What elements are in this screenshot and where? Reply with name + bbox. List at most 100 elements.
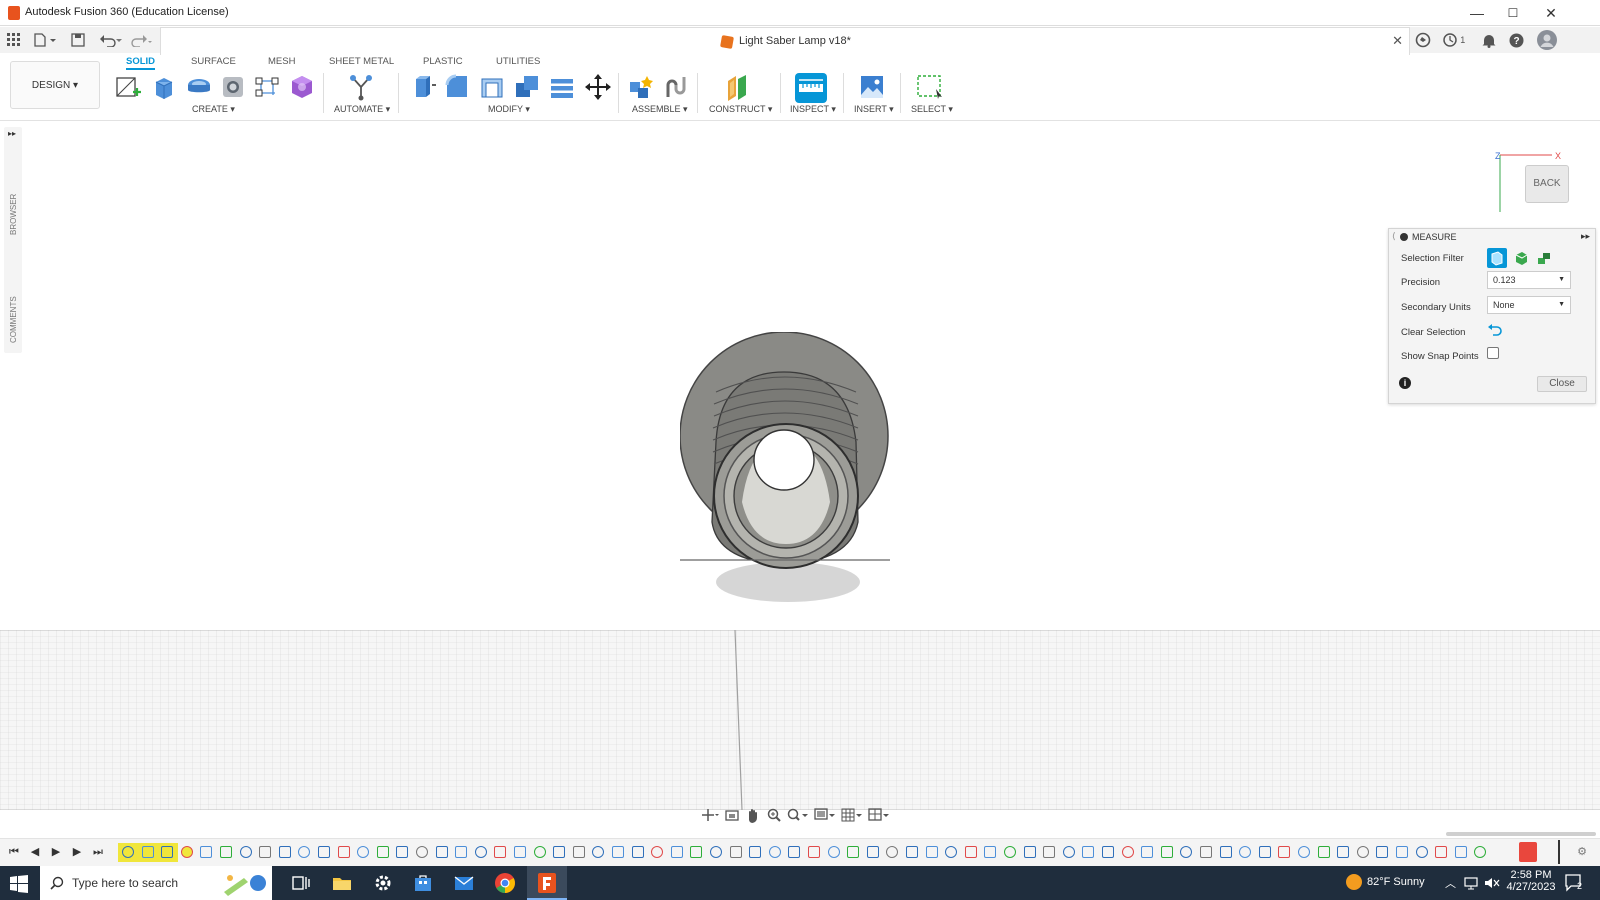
timeline-feature-icon[interactable] (1102, 846, 1114, 858)
timeline-feature-icon[interactable] (1062, 846, 1075, 858)
insert-image-icon[interactable] (858, 73, 886, 101)
filter-component-icon[interactable] (1534, 248, 1554, 268)
timeline-feature-icon[interactable] (1258, 846, 1271, 858)
new-component-icon[interactable] (627, 73, 655, 101)
clock[interactable]: 2:58 PM 4/27/2023 (1505, 869, 1557, 893)
timeline-feature-icon[interactable] (337, 846, 350, 858)
grid-snaps-icon[interactable] (840, 805, 864, 825)
window-select-icon[interactable] (916, 73, 944, 101)
timeline-feature-icon[interactable] (1278, 846, 1291, 858)
timeline-feature-icon[interactable] (1239, 846, 1252, 858)
timeline-feature-icon[interactable] (1023, 846, 1036, 858)
timeline-feature-icon[interactable] (612, 846, 624, 858)
show-hidden-icons-chevron-icon[interactable]: ︿ (1445, 875, 1456, 891)
timeline-feature-icon[interactable] (161, 846, 174, 858)
timeline-feature-icon[interactable] (122, 846, 134, 858)
fillet-icon[interactable] (443, 73, 471, 101)
inspect-group-label[interactable]: INSPECT ▾ (790, 104, 836, 115)
mail-icon[interactable] (453, 872, 475, 894)
maximize-button[interactable]: ☐ (1494, 2, 1532, 24)
close-button[interactable]: Close (1537, 376, 1587, 392)
show-snap-points-checkbox[interactable] (1487, 347, 1499, 359)
viewcube-back-face[interactable]: BACK (1525, 165, 1569, 203)
timeline-feature-icon[interactable] (239, 846, 252, 858)
file-menu-icon[interactable] (32, 29, 58, 51)
timeline-feature-icon[interactable] (455, 846, 468, 858)
tab-surface[interactable]: SURFACE (191, 56, 236, 67)
timeline-feature-icon[interactable] (1121, 846, 1134, 858)
timeline-feature-icon[interactable] (474, 846, 487, 858)
timeline-feature-icon[interactable] (220, 846, 232, 858)
timeline-feature-icon[interactable] (200, 846, 213, 858)
timeline-feature-icon[interactable] (906, 846, 918, 858)
assemble-group-label[interactable]: ASSEMBLE ▾ (632, 104, 688, 115)
redo-icon[interactable] (130, 29, 156, 51)
extrude-icon[interactable] (150, 73, 178, 101)
canvas-viewport[interactable]: X Z (0, 122, 1600, 822)
timeline-feature-icon[interactable] (1317, 846, 1330, 858)
look-at-icon[interactable] (722, 805, 742, 825)
timeline-feature-icon[interactable] (1004, 846, 1016, 858)
info-icon[interactable]: i (1399, 377, 1411, 389)
save-icon[interactable] (68, 29, 88, 51)
timeline-previous-icon[interactable]: ◀ (27, 844, 43, 860)
browser-tab[interactable]: BROWSER (9, 194, 18, 235)
timeline-feature-icon[interactable] (298, 846, 311, 858)
split-body-icon[interactable] (548, 73, 576, 101)
timeline-feature-icon[interactable] (690, 846, 703, 858)
timeline-feature-icon[interactable] (435, 846, 448, 858)
timeline-feature-icon[interactable] (1376, 846, 1389, 858)
timeline-feature-icon[interactable] (396, 846, 409, 858)
data-panel-grid-icon[interactable] (4, 29, 24, 51)
create-form-icon[interactable] (288, 73, 316, 101)
chrome-icon[interactable] (494, 872, 516, 894)
settings-gear-icon[interactable] (372, 872, 394, 894)
file-explorer-icon[interactable] (331, 872, 353, 894)
timeline-feature-icon[interactable] (259, 846, 272, 858)
timeline-feature-icon[interactable] (886, 846, 899, 858)
timeline-feature-icon[interactable] (768, 846, 781, 858)
timeline-feature-icon[interactable] (984, 846, 997, 858)
timeline-feature-icon[interactable] (1356, 846, 1369, 858)
timeline-feature-icon[interactable] (964, 846, 977, 858)
shell-icon[interactable] (478, 73, 506, 101)
tab-mesh[interactable]: MESH (268, 56, 295, 67)
insert-group-label[interactable]: INSERT ▾ (854, 104, 894, 115)
combine-icon[interactable] (513, 73, 541, 101)
help-icon[interactable]: ? (1505, 29, 1527, 51)
timeline-feature-icon[interactable] (514, 846, 526, 858)
timeline-feature-icon[interactable] (1160, 846, 1173, 858)
timeline-feature-icon[interactable] (788, 846, 801, 858)
timeline-feature-icon[interactable] (533, 846, 546, 858)
timeline-feature-icon[interactable] (827, 846, 840, 858)
create-sketch-icon[interactable] (114, 73, 142, 101)
clear-selection-reset-icon[interactable] (1487, 322, 1503, 338)
precision-select[interactable]: 0.123 ▼ (1487, 271, 1571, 289)
tab-sheet-metal[interactable]: SHEET METAL (329, 56, 394, 67)
timeline-feature-icon[interactable] (670, 846, 683, 858)
timeline-feature-icon[interactable] (749, 846, 762, 858)
timeline-feature-icon[interactable] (631, 846, 644, 858)
timeline-feature-icon[interactable] (808, 846, 820, 858)
tab-plastic[interactable]: PLASTIC (423, 56, 463, 67)
microsoft-store-icon[interactable] (412, 872, 434, 894)
undo-icon[interactable] (98, 29, 124, 51)
timeline-first-icon[interactable]: ⏮ (6, 844, 22, 860)
display-settings-icon[interactable] (813, 805, 837, 825)
timeline-scrollbar[interactable] (1446, 832, 1596, 836)
timeline-next-icon[interactable]: ▶ (69, 844, 85, 860)
timeline-feature-icon[interactable] (945, 846, 958, 858)
timeline-feature-icon[interactable] (357, 846, 370, 858)
model-lamp-part[interactable] (680, 332, 910, 612)
zoom-icon[interactable] (764, 805, 784, 825)
timeline-feature-icon[interactable] (572, 846, 585, 858)
task-view-icon[interactable] (290, 872, 312, 894)
tab-solid[interactable]: SOLID (126, 56, 156, 70)
taskbar-search-box[interactable]: Type here to search (40, 866, 272, 900)
extensions-icon[interactable] (1412, 29, 1434, 51)
timeline-feature-icon[interactable] (1043, 846, 1056, 858)
modify-group-label[interactable]: MODIFY ▾ (488, 104, 530, 115)
notification-center-icon[interactable]: 2 (1565, 874, 1585, 892)
workspace-switcher[interactable]: DESIGN ▾ (10, 61, 100, 109)
timeline-play-icon[interactable]: ▶ (48, 844, 64, 860)
